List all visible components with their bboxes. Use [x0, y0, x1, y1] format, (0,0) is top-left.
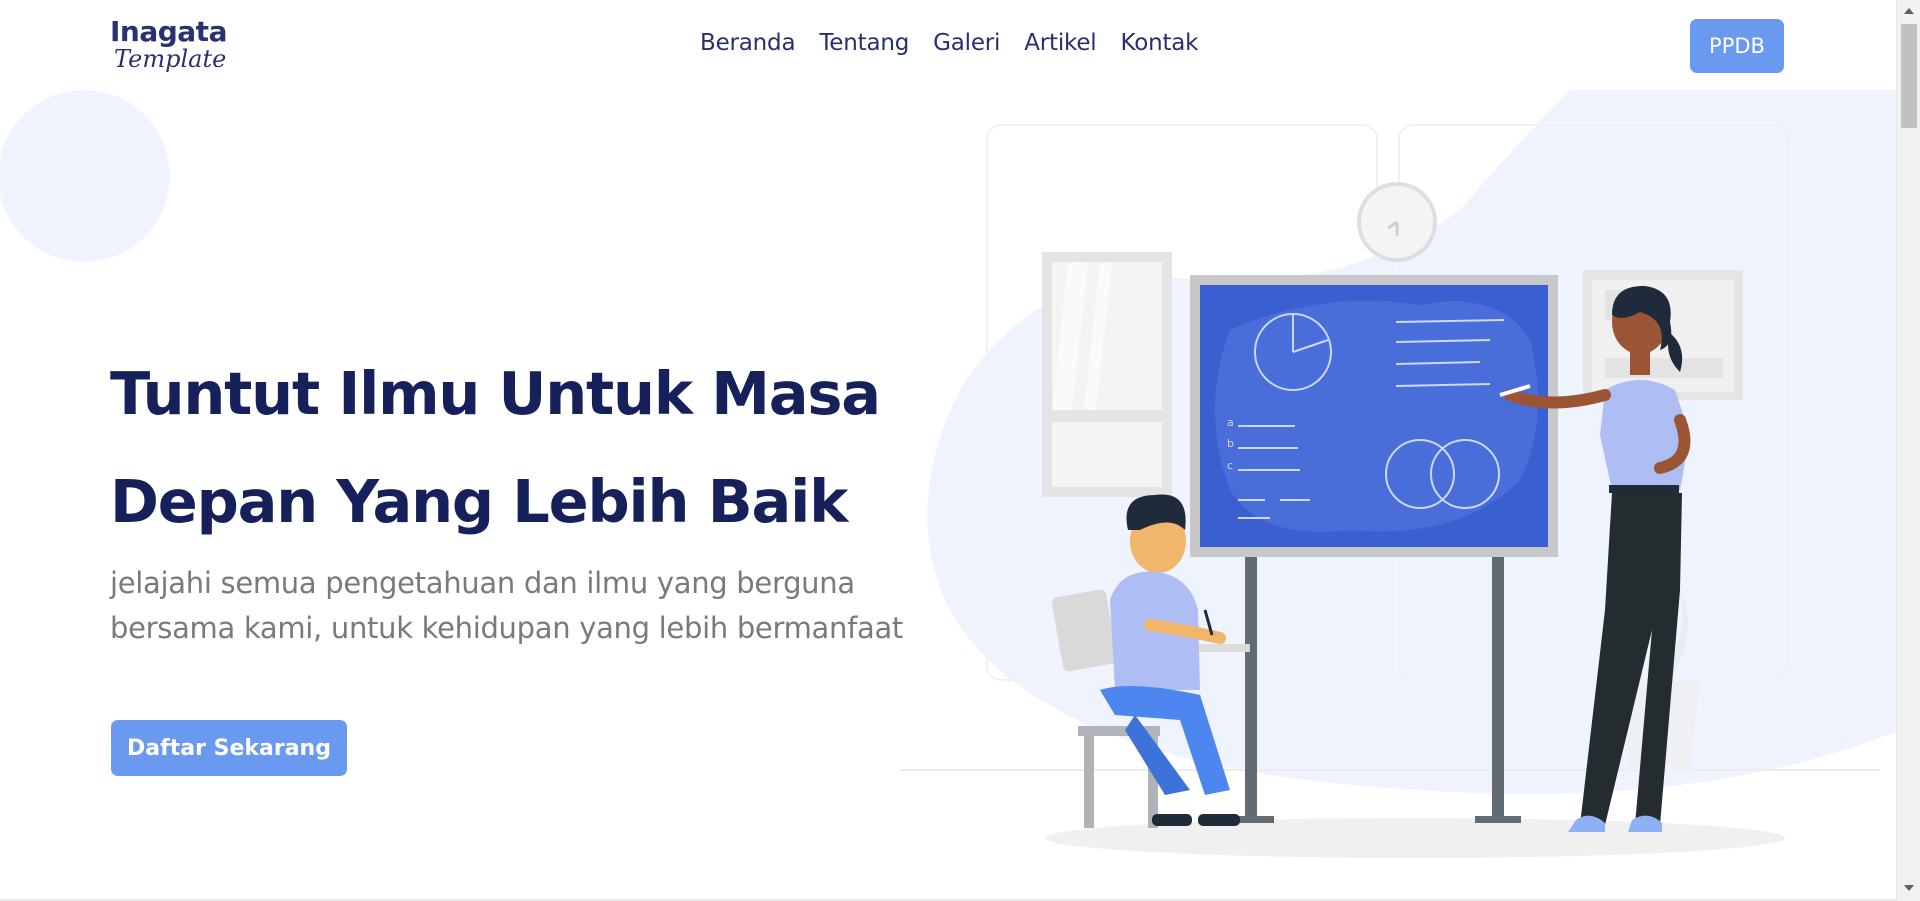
hero-title-line-1: Tuntut Ilmu Untuk Masa — [110, 359, 881, 428]
nav-item-galeri[interactable]: Galeri — [933, 30, 1000, 56]
ppdb-button[interactable]: PPDB — [1690, 19, 1784, 73]
scrollbar-thumb[interactable] — [1901, 24, 1917, 128]
svg-text:b: b — [1227, 437, 1234, 450]
brand-subtitle: Template — [114, 45, 227, 73]
hero-title: Tuntut Ilmu Untuk Masa Depan Yang Lebih … — [110, 340, 930, 556]
nav-item-kontak[interactable]: Kontak — [1120, 30, 1198, 56]
brand-name: Inagata — [110, 15, 227, 48]
classroom-illustration: a b c — [900, 90, 1900, 858]
nav-item-beranda[interactable]: Beranda — [700, 30, 796, 56]
svg-text:a: a — [1227, 416, 1234, 429]
nav-item-artikel[interactable]: Artikel — [1024, 30, 1096, 56]
scroll-down-arrow-icon[interactable] — [1904, 885, 1914, 891]
scroll-up-arrow-icon[interactable] — [1904, 8, 1914, 14]
nav-item-tentang[interactable]: Tentang — [819, 30, 909, 56]
vertical-scrollbar[interactable] — [1896, 0, 1920, 901]
svg-text:c: c — [1227, 459, 1233, 472]
decorative-circle — [0, 90, 170, 262]
register-now-button[interactable]: Daftar Sekarang — [111, 720, 347, 776]
hero-subtitle: jelajahi semua pengetahuan dan ilmu yang… — [110, 566, 904, 645]
brand-logo[interactable]: Inagata Template — [110, 15, 227, 73]
hero-title-line-2: Depan Yang Lebih Baik — [110, 467, 848, 536]
main-nav: Beranda Tentang Galeri Artikel Kontak — [700, 30, 1199, 56]
